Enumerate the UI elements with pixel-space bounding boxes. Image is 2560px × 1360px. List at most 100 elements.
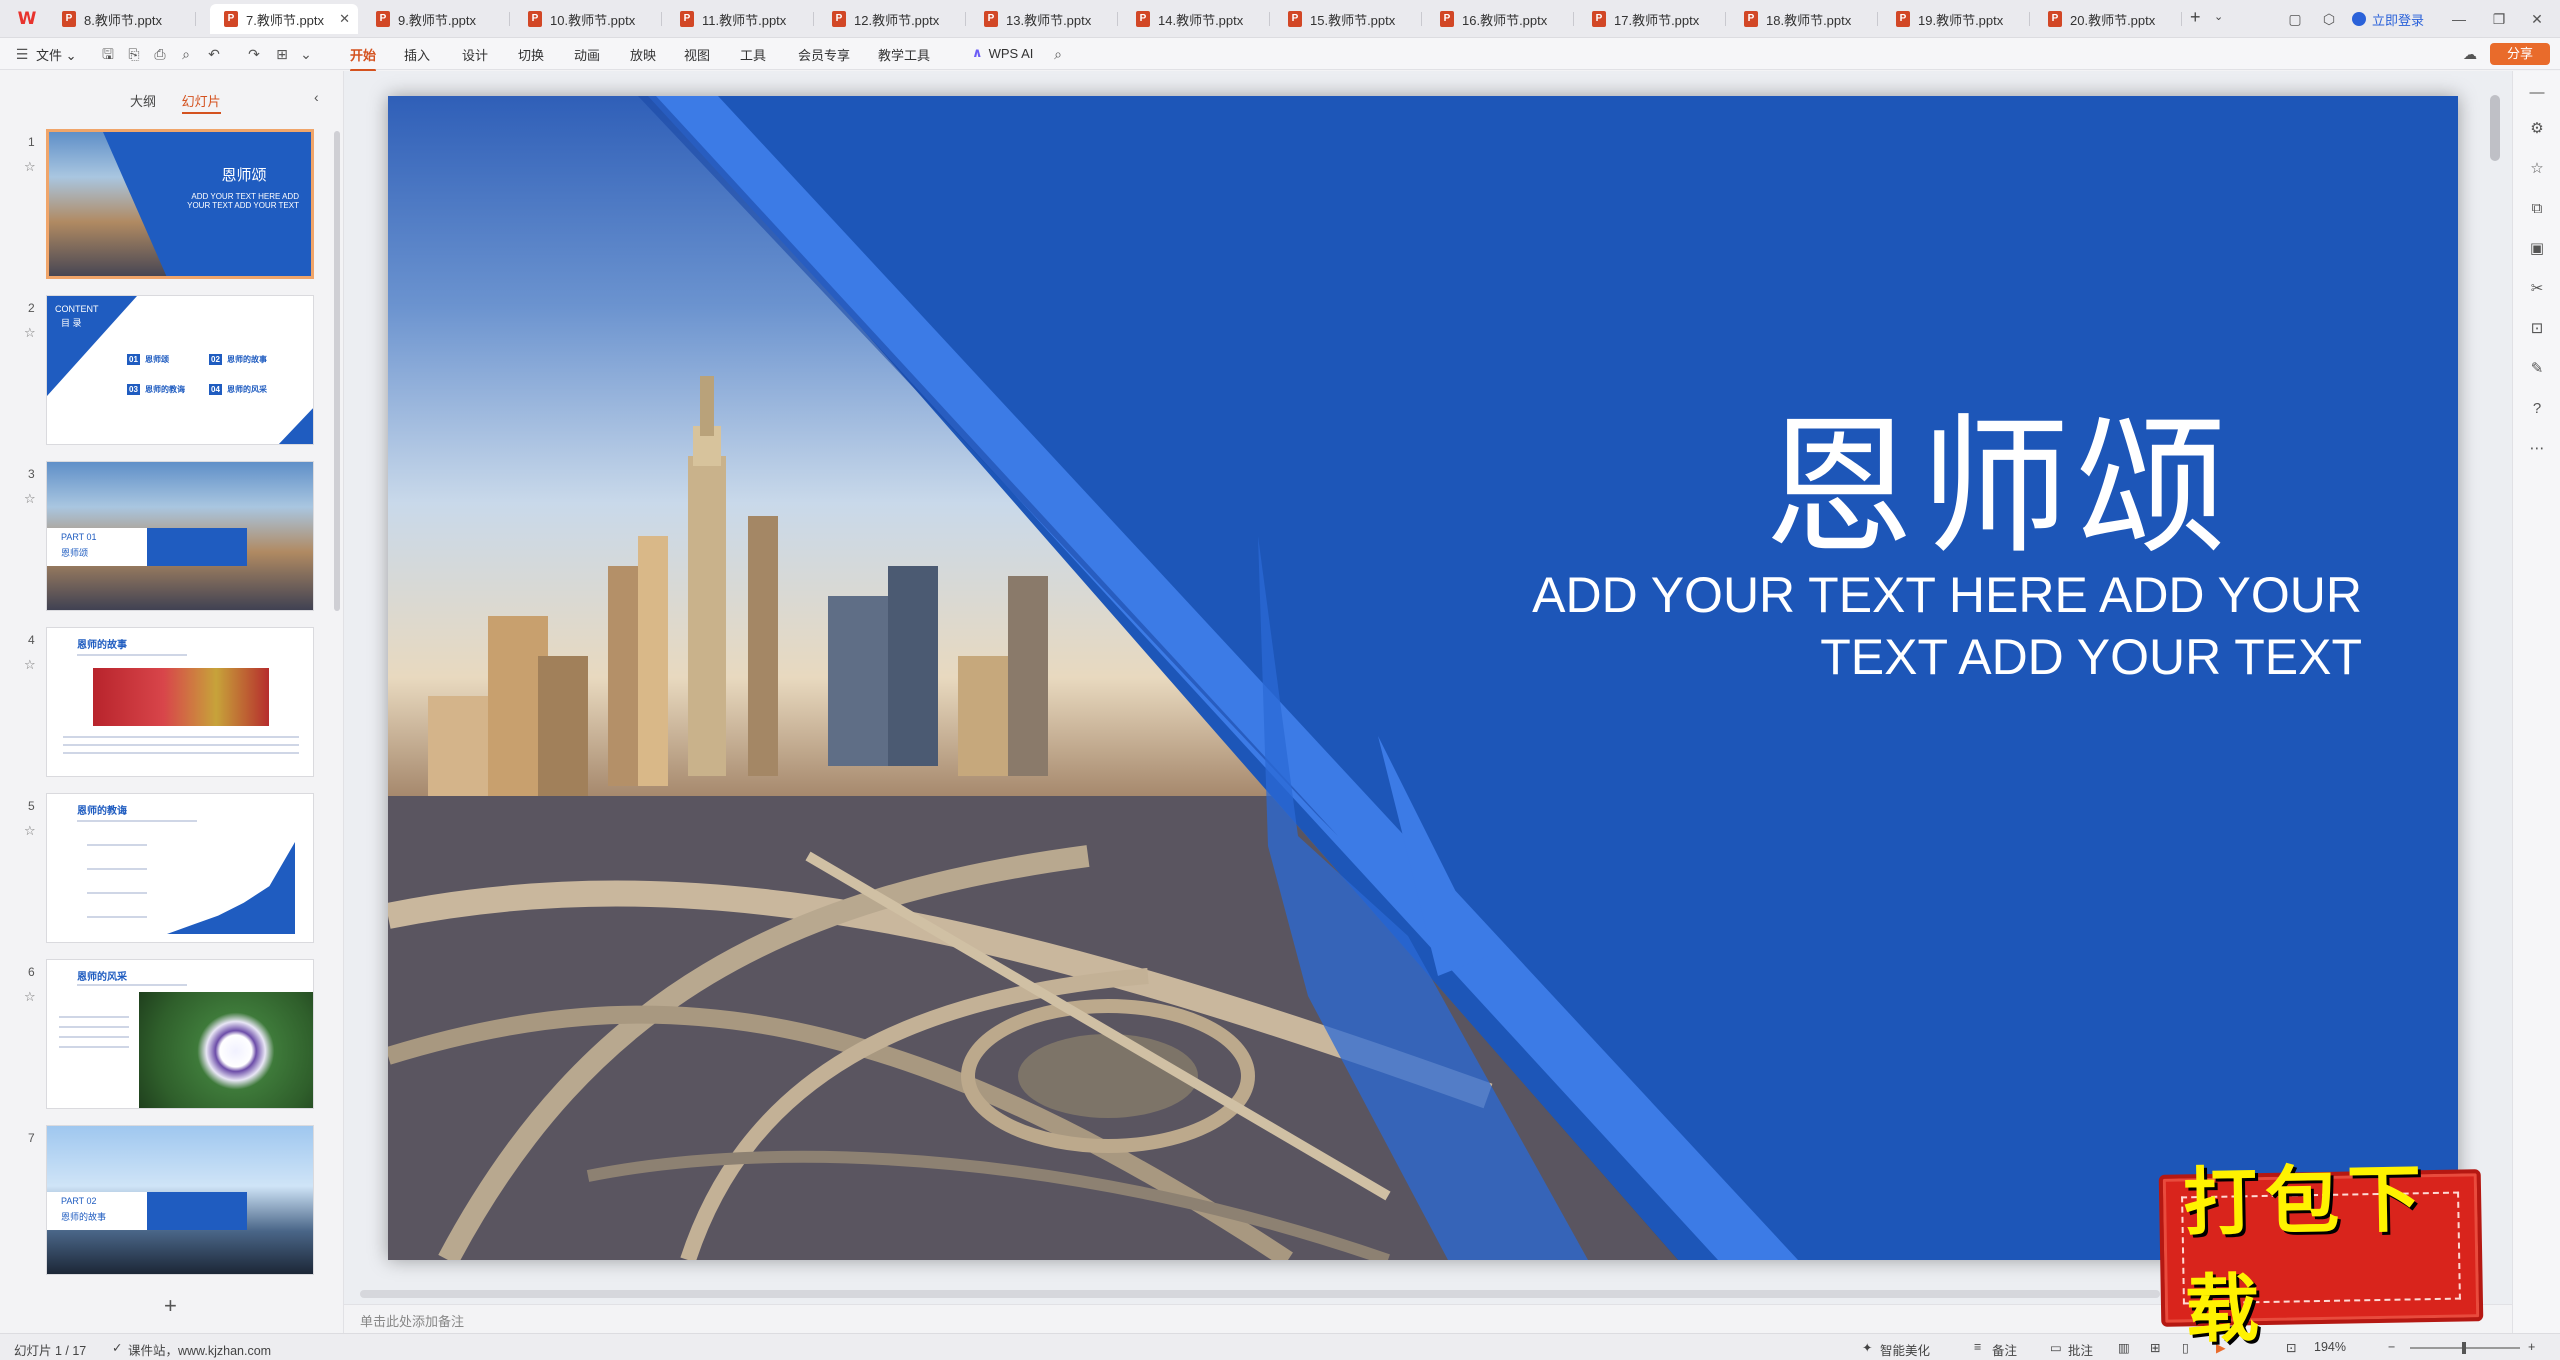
slide-number: 3 (28, 467, 35, 481)
minimize-icon[interactable]: — (2448, 8, 2470, 30)
collapse-icon[interactable]: — (2527, 83, 2547, 103)
slide-subtitle-line-2[interactable]: TEXT ADD YOUR TEXT (1820, 628, 2362, 686)
star-icon[interactable]: ☆ (24, 989, 36, 1005)
redo-icon[interactable]: ↷ (246, 46, 262, 62)
tools-icon[interactable]: ✂ (2527, 279, 2547, 299)
slide-thumbnail-5[interactable]: 恩师的教诲 (46, 793, 314, 943)
print-preview-icon[interactable]: ⌕ (178, 46, 194, 62)
doc-tab-13[interactable]: P 19.教师节.pptx (1882, 4, 2030, 34)
horizontal-scrollbar[interactable] (360, 1290, 2160, 1298)
share-button[interactable]: 分享 (2490, 43, 2550, 65)
maximize-icon[interactable]: ❐ (2488, 8, 2510, 30)
tab-animation[interactable]: 动画 (574, 45, 600, 64)
chevron-down-icon[interactable]: ⌄ (2214, 10, 2223, 23)
adjust-sliders-icon[interactable]: ⚙ (2527, 119, 2547, 139)
thumb-blue-band (147, 1192, 247, 1230)
thumb-title: 恩师的故事 (77, 640, 127, 651)
doc-tab-8[interactable]: P 14.教师节.pptx (1122, 4, 1270, 34)
slide-thumbnail-2[interactable]: CONTENT 目 录 01 恩师颂 02 恩师的故事 03 恩师的教诲 04 … (46, 295, 314, 445)
doc-tab-11[interactable]: P 17.教师节.pptx (1578, 4, 1726, 34)
normal-view-icon[interactable]: ▥ (2118, 1340, 2130, 1355)
star-icon[interactable]: ☆ (24, 325, 36, 341)
star-icon[interactable]: ☆ (24, 657, 36, 673)
close-window-icon[interactable]: ✕ (2526, 8, 2548, 30)
vertical-scrollbar[interactable] (2490, 95, 2500, 161)
slide-thumbnail-7[interactable]: PART 02 恩师的故事 (46, 1125, 314, 1275)
tab-tools[interactable]: 工具 (740, 45, 766, 64)
window-restore-icon[interactable]: ▢ (2284, 8, 2306, 30)
format-painter-icon[interactable]: ⊞ (274, 46, 290, 62)
star-icon[interactable]: ☆ (24, 159, 36, 175)
cube-icon[interactable]: ⬡ (2318, 8, 2340, 30)
bookmark-icon[interactable]: ⊡ (2527, 319, 2547, 339)
tab-slides[interactable]: 幻灯片 (181, 94, 221, 114)
wps-ai-button[interactable]: ∧ WPS AI (972, 45, 1033, 61)
search-icon[interactable]: ⌕ (1050, 46, 1066, 62)
doc-tab-5[interactable]: P 11.教师节.pptx (666, 4, 814, 34)
file-menu[interactable]: 文件 ⌄ (36, 45, 77, 64)
zoom-in-icon[interactable]: + (2528, 1340, 2535, 1354)
slide-sorter-icon[interactable]: ⊞ (2150, 1340, 2160, 1355)
wps-logo-icon[interactable]: W (16, 8, 38, 30)
beautify-icon[interactable]: ✦ (1862, 1340, 1872, 1355)
doc-tab-9[interactable]: P 15.教师节.pptx (1274, 4, 1422, 34)
zoom-slider-handle[interactable] (2462, 1342, 2466, 1354)
tab-view[interactable]: 视图 (684, 45, 710, 64)
notes-placeholder[interactable]: 单击此处添加备注 (360, 1311, 464, 1330)
open-icon[interactable]: ⎘ (126, 46, 142, 62)
star-icon[interactable]: ☆ (2527, 159, 2547, 179)
notes-toggle-button[interactable]: 备注 (1992, 1340, 2017, 1359)
toc-index: 01 (127, 354, 140, 365)
doc-tab-4[interactable]: P 10.教师节.pptx (514, 4, 662, 34)
tab-home[interactable]: 开始 (350, 45, 377, 72)
close-icon[interactable]: ✕ (339, 11, 350, 27)
slide-thumbnail-3[interactable]: PART 01 恩师颂 (46, 461, 314, 611)
collapse-panel-icon[interactable]: ‹ (314, 89, 319, 105)
save-icon[interactable]: 🖫 (100, 46, 116, 62)
image-icon[interactable]: ▣ (2527, 239, 2547, 259)
smart-beautify-button[interactable]: 智能美化 (1880, 1340, 1930, 1359)
tab-insert[interactable]: 插入 (404, 45, 430, 64)
doc-tab-6[interactable]: P 12.教师节.pptx (818, 4, 966, 34)
tab-member[interactable]: 会员专享 (798, 45, 850, 64)
doc-tab-14[interactable]: P 20.教师节.pptx (2034, 4, 2182, 34)
tab-teaching-tools[interactable]: 教学工具 (878, 45, 930, 64)
doc-tab-12[interactable]: P 18.教师节.pptx (1730, 4, 1878, 34)
help-icon[interactable]: ? (2527, 399, 2547, 419)
slide-thumbnail-6[interactable]: 恩师的风采 (46, 959, 314, 1109)
slide-thumbnail-4[interactable]: 恩师的故事 (46, 627, 314, 777)
cloud-sync-icon[interactable]: ☁ (2462, 46, 2478, 62)
doc-tab-7[interactable]: P 13.教师节.pptx (970, 4, 1118, 34)
ppt-file-icon: P (376, 11, 390, 27)
slide-thumbnail-1[interactable]: 恩师颂 ADD YOUR TEXT HERE ADD YOUR TEXT ADD… (46, 129, 314, 279)
login-button[interactable]: 立即登录 (2352, 8, 2424, 30)
panel-scrollbar[interactable] (334, 131, 340, 611)
download-stamp-watermark[interactable]: 打包下载 (2158, 1156, 2484, 1353)
star-icon[interactable]: ☆ (24, 491, 36, 507)
more-icon[interactable]: ⋯ (2527, 439, 2547, 459)
check-icon[interactable]: ✓ (112, 1340, 122, 1355)
star-icon[interactable]: ☆ (24, 823, 36, 839)
tab-slideshow[interactable]: 放映 (630, 45, 656, 64)
pen-icon[interactable]: ✎ (2527, 359, 2547, 379)
doc-tab-1[interactable]: P 8.教师节.pptx (48, 4, 196, 34)
tab-transition[interactable]: 切换 (518, 45, 544, 64)
more-chevron-icon[interactable]: ⌄ (298, 46, 314, 62)
copy-icon[interactable]: ⧉ (2527, 199, 2547, 219)
current-slide[interactable]: 恩师颂 ADD YOUR TEXT HERE ADD YOUR TEXT ADD… (388, 96, 2458, 1260)
slide-subtitle-line-1[interactable]: ADD YOUR TEXT HERE ADD YOUR (1532, 566, 2362, 624)
slide-title[interactable]: 恩师颂 (1648, 366, 2348, 583)
doc-tab-10[interactable]: P 16.教师节.pptx (1426, 4, 1574, 34)
tab-outline[interactable]: 大纲 (130, 94, 156, 109)
comment-icon[interactable]: ▭ (2050, 1340, 2062, 1355)
add-slide-plus-icon[interactable]: + (164, 1293, 177, 1319)
hamburger-icon[interactable]: ☰ (14, 46, 30, 62)
doc-tab-3[interactable]: P 9.教师节.pptx (362, 4, 510, 34)
notes-icon[interactable]: ≡ (1974, 1340, 1981, 1354)
print-icon[interactable]: ⎙ (152, 46, 168, 62)
comments-button[interactable]: 批注 (2068, 1340, 2093, 1359)
new-tab-plus-icon[interactable]: + (2190, 7, 2201, 28)
undo-icon[interactable]: ↶ (206, 46, 222, 62)
tab-design[interactable]: 设计 (462, 45, 488, 64)
doc-tab-active[interactable]: P 7.教师节.pptx ✕ (210, 4, 358, 34)
